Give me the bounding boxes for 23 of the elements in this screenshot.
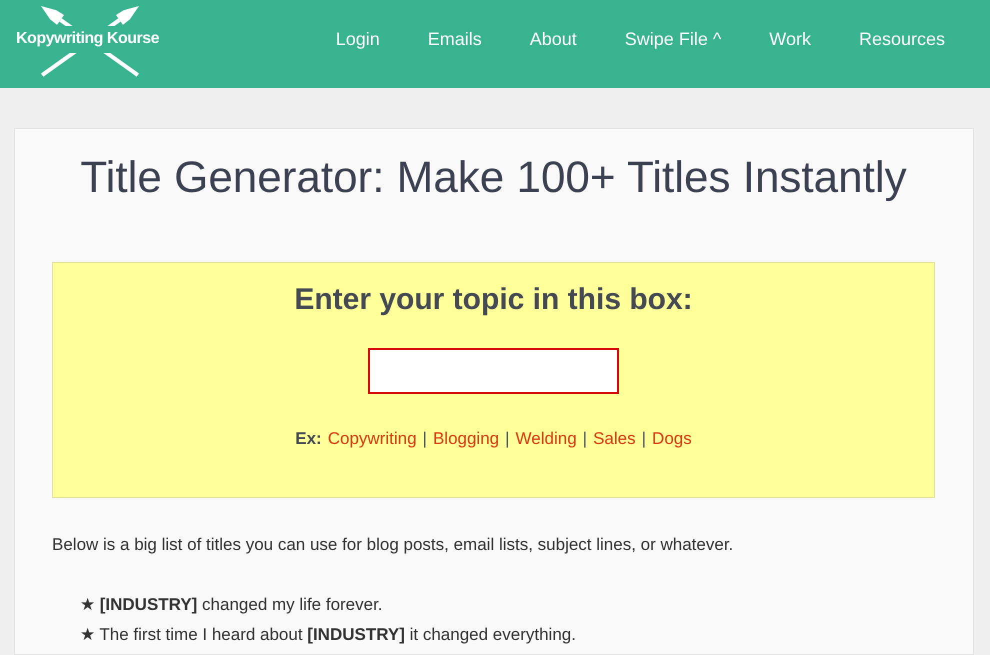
separator-text: | [505,428,510,450]
topic-input-field[interactable] [368,348,619,394]
logo-text[interactable]: Kopywriting Kourse [16,29,160,49]
nav-link[interactable]: Work [769,28,811,50]
nav-link[interactable]: Login [336,28,380,50]
examples-label: Ex: [295,428,322,450]
page-title: Title Generator: Make 100+ Titles Instantly [79,152,908,204]
topic-heading: Enter your topic in this box: [294,282,693,318]
example-link[interactable]: Blogging [432,428,500,450]
intro-text: Below is a big list of titles you can use for blog posts, email lists, subject lines, or whatever. [52,534,734,556]
separator-text: | [582,428,588,450]
nav-link[interactable]: About [530,28,577,50]
example-link[interactable]: Dogs [652,428,692,450]
title-example: ★ [INDUSTRY] changed my life forever. [80,594,384,616]
nav-link[interactable]: Resources [858,28,945,50]
example-link[interactable]: Sales [593,428,636,450]
example-link[interactable]: Copywriting [328,428,417,450]
example-link[interactable]: Welding [516,428,577,450]
title-example: ★ The first time I heard about [INDUSTRY] it changed everything. [80,624,577,646]
nav-link[interactable]: Swipe File ^ [624,28,722,50]
separator-text: | [422,428,427,450]
nav-link[interactable]: Emails [428,28,482,50]
separator-text: | [642,428,646,450]
